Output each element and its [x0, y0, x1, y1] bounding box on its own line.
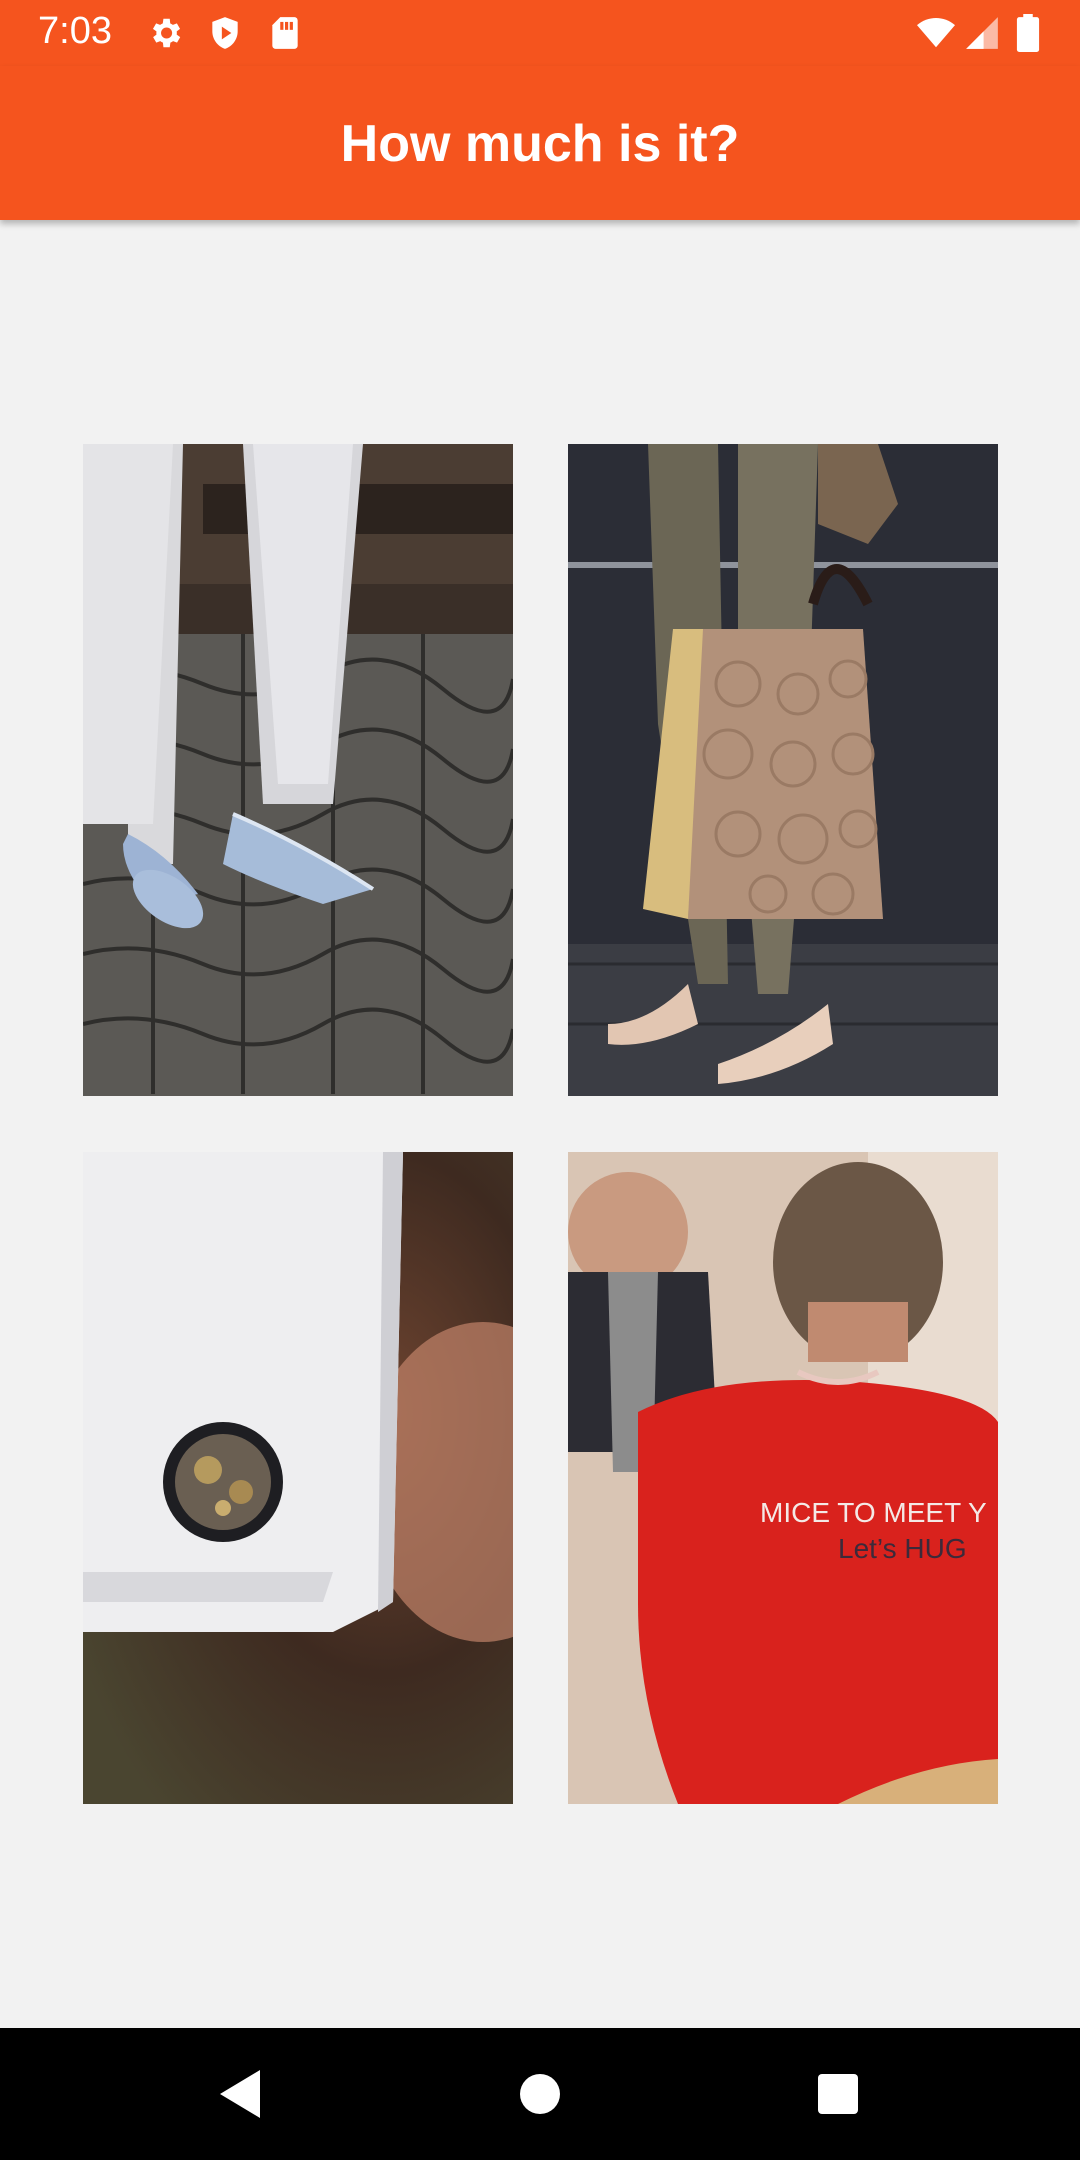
shirt-text-line2: Let’s HUG: [838, 1533, 967, 1564]
sweatshirt-image: MICE TO MEET Y Let’s HUG: [568, 1152, 998, 1804]
home-icon[interactable]: [500, 2054, 580, 2134]
back-icon[interactable]: [200, 2054, 280, 2134]
sweatshirt-photo[interactable]: MICE TO MEET Y Let’s HUG: [568, 1152, 998, 1804]
shield-play-icon: [212, 17, 238, 49]
status-time: 7:03: [38, 10, 112, 52]
shoes-image: [83, 444, 513, 1096]
cufflink-image: [83, 1152, 513, 1804]
shoes-photo[interactable]: [83, 444, 513, 1096]
status-bar: 7:03: [0, 0, 1080, 66]
sd-card-icon: [272, 17, 298, 49]
page-title: How much is it?: [340, 115, 740, 173]
handbag-photo[interactable]: [568, 444, 998, 1096]
cufflink-photo[interactable]: [83, 1152, 513, 1804]
app-bar: How much is it?: [0, 66, 1080, 220]
recents-icon[interactable]: [798, 2054, 878, 2134]
wifi-icon: [917, 17, 955, 48]
gear-icon: [152, 18, 181, 48]
handbag-image: [568, 444, 998, 1096]
cell-signal-icon: [966, 17, 998, 49]
navigation-bar: [0, 2028, 1080, 2160]
shirt-text-line1: MICE TO MEET Y: [760, 1497, 987, 1528]
battery-icon: [1016, 14, 1040, 52]
